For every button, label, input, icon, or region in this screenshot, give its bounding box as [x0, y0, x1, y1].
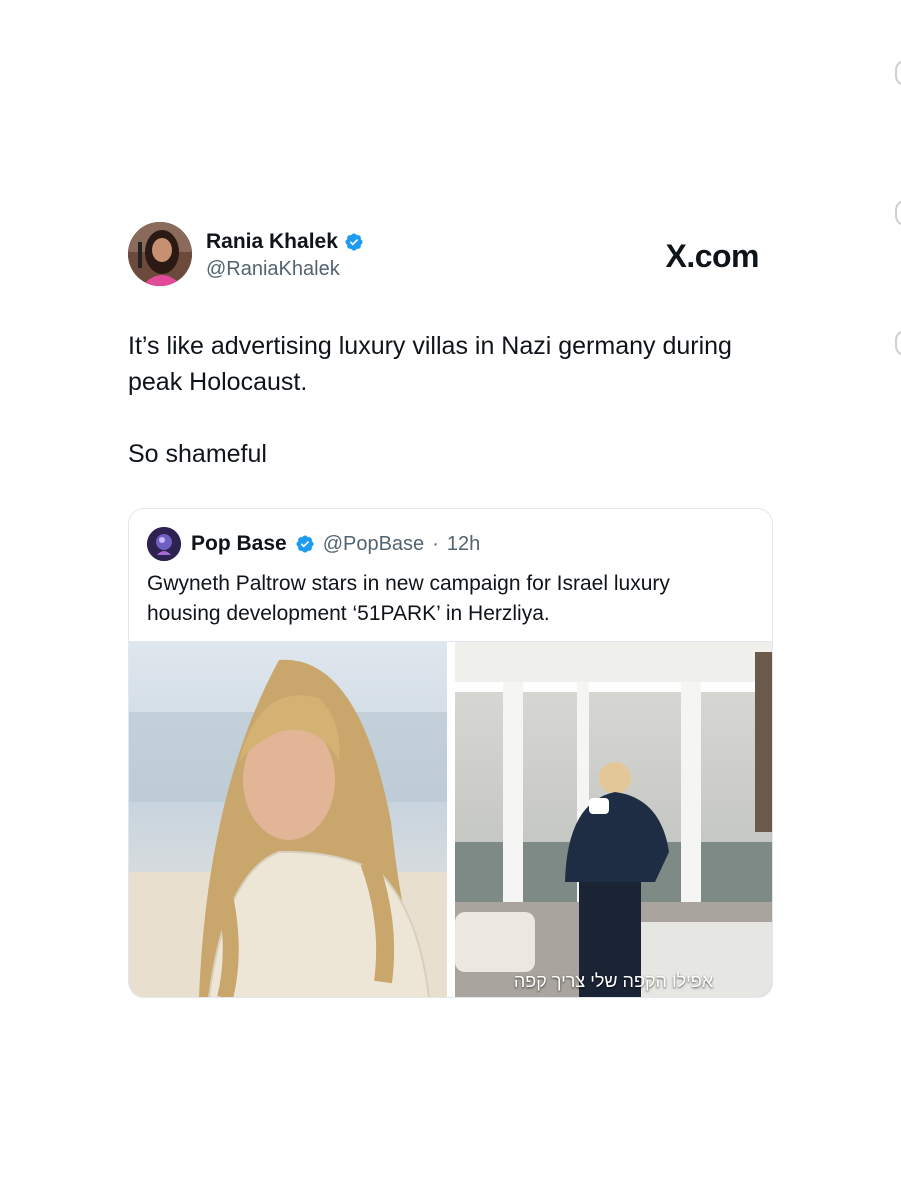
tweet-paragraph: So shameful — [128, 440, 267, 468]
quoted-tweet-card[interactable]: Pop Base @PopBase · 12h Gwyneth Paltrow … — [128, 508, 773, 998]
pop-base-logo-icon — [147, 527, 181, 561]
verified-badge-icon — [345, 233, 363, 251]
quote-author-name[interactable]: Pop Base — [191, 532, 287, 556]
quote-header: Pop Base @PopBase · 12h — [147, 527, 480, 561]
edge-marks — [895, 60, 901, 380]
tweet-text: It’s like advertising luxury villas in N… — [128, 328, 768, 472]
media-image-interior[interactable]: אפילו הקפה שלי צריך קפה — [455, 642, 772, 997]
tweet: Rania Khalek @RaniaKhalek X.com It’s lik… — [128, 222, 773, 472]
author-row: Rania Khalek @RaniaKhalek X.com — [128, 222, 773, 288]
author-avatar[interactable] — [128, 222, 192, 286]
quote-text: Gwyneth Paltrow stars in new campaign fo… — [147, 572, 670, 625]
author-name-wrap: Rania Khalek — [206, 230, 364, 254]
author-name[interactable]: Rania Khalek — [206, 230, 338, 254]
author-handle[interactable]: @RaniaKhalek — [206, 258, 340, 281]
quote-separator: · — [432, 532, 439, 555]
verified-badge-icon — [296, 535, 314, 553]
quote-media: אפילו הקפה שלי צריך קפה — [129, 641, 772, 997]
media-image-portrait[interactable] — [129, 642, 447, 997]
x-brand-label: X.com — [665, 238, 759, 274]
interior-photo-icon — [455, 642, 772, 997]
tweet-paragraph: It’s like advertising luxury villas in N… — [128, 332, 732, 396]
video-subtitle: אפילו הקפה שלי צריך קפה — [513, 971, 714, 991]
profile-photo-icon — [128, 222, 192, 286]
quote-avatar[interactable] — [147, 527, 181, 561]
portrait-photo-icon — [129, 642, 447, 997]
quote-timestamp[interactable]: 12h — [447, 533, 480, 556]
quote-author-handle[interactable]: @PopBase — [323, 533, 424, 556]
